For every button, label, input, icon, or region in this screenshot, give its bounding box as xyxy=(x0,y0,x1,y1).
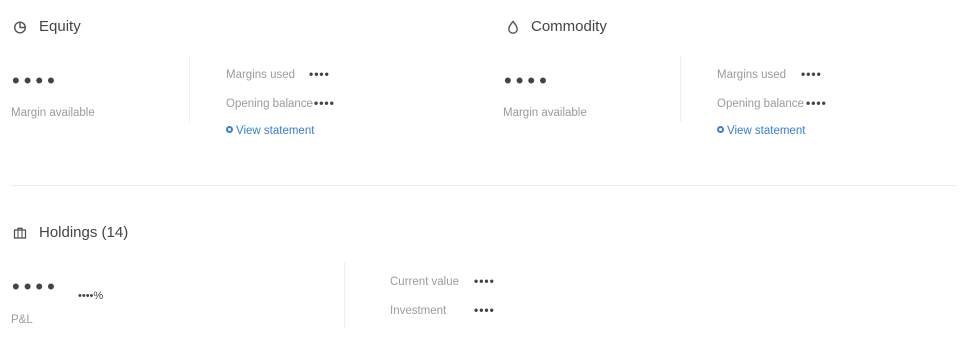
commodity-margins-used-value: •••• xyxy=(801,67,822,81)
commodity-margins-used-label: Margins used xyxy=(717,69,787,81)
commodity-margin-available-value: •••• xyxy=(504,68,551,93)
equity-opening-balance-label: Opening balance xyxy=(226,98,313,110)
commodity-margin-available-label: Margin available xyxy=(503,107,587,119)
equity-view-statement-link[interactable]: View statement xyxy=(226,125,314,137)
circle-icon xyxy=(717,126,724,134)
commodity-divider xyxy=(680,56,681,122)
equity-margins-used-value: •••• xyxy=(309,67,330,81)
holdings-investment-label: Investment xyxy=(390,305,447,317)
equity-margins-used-label: Margins used xyxy=(226,69,296,81)
holdings-pnl-value: •••• xyxy=(12,274,59,299)
equity-margin-available-label: Margin available xyxy=(11,107,95,119)
equity-margin-available-value: •••• xyxy=(12,68,59,93)
equity-opening-balance-value: •••• xyxy=(314,96,335,110)
section-divider xyxy=(11,185,956,186)
equity-divider xyxy=(189,56,190,122)
circle-icon xyxy=(226,126,233,134)
drop-icon xyxy=(506,20,520,34)
commodity-opening-balance-label: Opening balance xyxy=(717,98,804,110)
pie-chart-icon xyxy=(13,20,27,34)
commodity-view-statement-link[interactable]: View statement xyxy=(717,125,805,137)
holdings-title: Holdings (14) xyxy=(39,224,129,241)
holdings-investment-value: •••• xyxy=(474,303,495,317)
commodity-title: Commodity xyxy=(531,18,607,35)
briefcase-icon xyxy=(13,226,27,240)
holdings-pnl-label: P&L xyxy=(11,314,33,326)
holdings-pnl-percent: ••••% xyxy=(78,290,104,302)
holdings-current-value-value: •••• xyxy=(474,274,495,288)
holdings-current-value-label: Current value xyxy=(390,276,460,288)
holdings-divider xyxy=(344,262,345,328)
commodity-view-statement-label: View statement xyxy=(727,125,806,137)
equity-title: Equity xyxy=(39,18,81,35)
equity-view-statement-label: View statement xyxy=(236,125,315,137)
commodity-opening-balance-value: •••• xyxy=(806,96,827,110)
